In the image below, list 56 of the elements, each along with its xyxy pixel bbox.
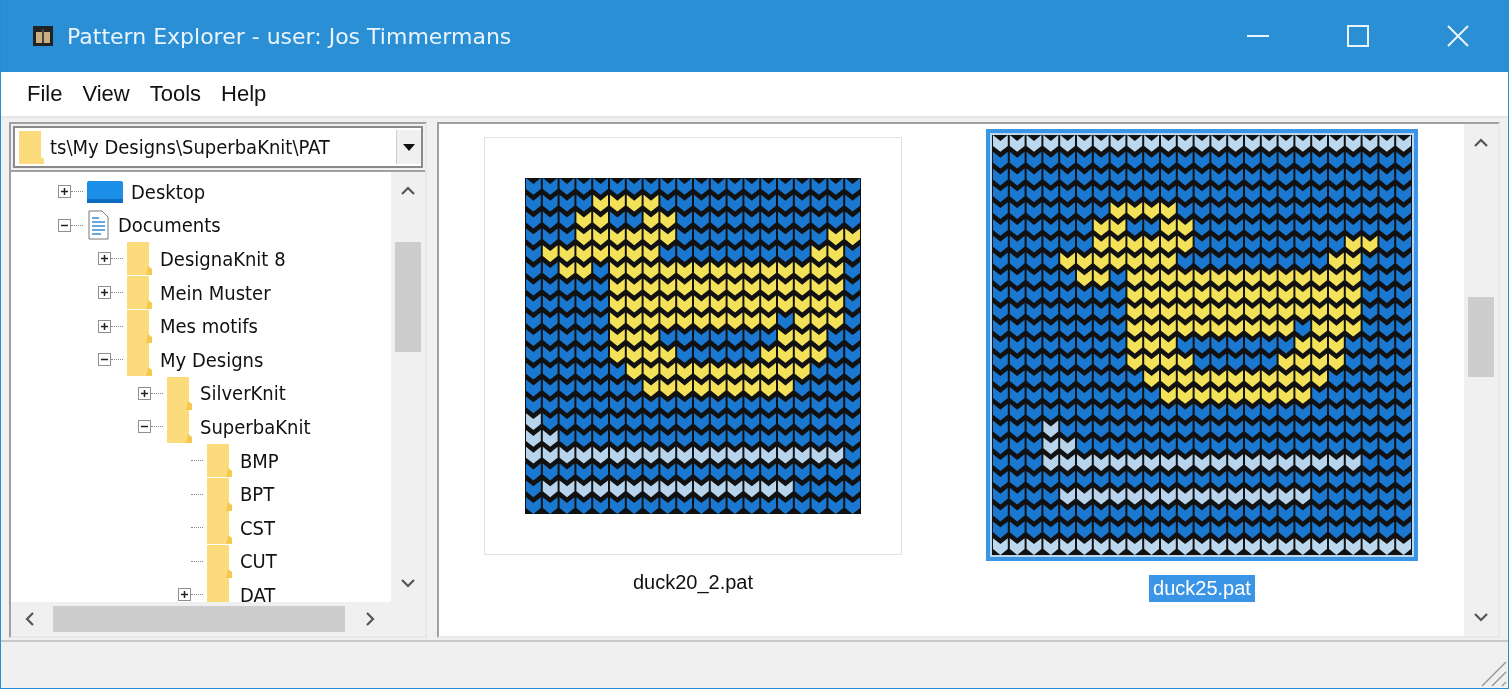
tree-item[interactable]: BMP <box>240 448 279 473</box>
scroll-left-icon[interactable] <box>25 612 35 626</box>
tree-item[interactable]: DAT <box>240 582 276 602</box>
scroll-right-icon[interactable] <box>365 612 375 626</box>
scrollbar-thumb[interactable] <box>395 242 421 352</box>
document-icon <box>87 209 110 241</box>
maximize-icon <box>1347 25 1369 47</box>
tree-item[interactable]: SilverKnit <box>200 381 286 406</box>
menu-item[interactable]: View <box>72 81 140 107</box>
menu-item[interactable]: Tools <box>139 81 212 107</box>
folder-icon <box>127 309 152 343</box>
folder-icon <box>167 410 192 444</box>
window-title: Pattern Explorer - user: Jos Timmermans <box>67 23 513 49</box>
folder-icon <box>167 376 192 410</box>
collapse-icon[interactable] <box>58 218 71 232</box>
collapse-icon[interactable] <box>138 420 151 434</box>
scroll-down-icon[interactable] <box>1474 612 1488 622</box>
scroll-up-icon[interactable] <box>401 186 415 196</box>
expand-icon[interactable] <box>138 386 151 400</box>
dropdown-arrow-icon <box>403 143 415 151</box>
tree-item[interactable]: DesignaKnit 8 <box>160 247 286 271</box>
folder-icon <box>127 276 152 310</box>
expand-icon[interactable] <box>58 185 71 199</box>
scroll-up-icon[interactable] <box>1474 138 1488 148</box>
tree-item[interactable]: Desktop <box>131 179 206 204</box>
file-name[interactable]: duck20_2.pat <box>628 569 758 596</box>
folder-icon <box>207 511 232 545</box>
scrollbar-thumb[interactable] <box>1468 297 1494 377</box>
close-icon <box>1447 25 1469 47</box>
tree-item[interactable]: Documents <box>118 213 221 238</box>
desktop-icon <box>87 178 123 205</box>
folder-icon <box>207 444 232 478</box>
folder-icon <box>127 242 152 276</box>
folder-icon <box>207 544 232 578</box>
tree-item[interactable]: My Designs <box>160 347 264 372</box>
tree-item[interactable]: Mein Muster <box>160 280 271 305</box>
folder-icon <box>19 130 44 164</box>
path-dropdown[interactable]: ts\My Designs\SuperbaKnit\PAT <box>13 126 423 168</box>
expand-icon[interactable] <box>98 319 111 333</box>
tree-item[interactable]: Mes motifs <box>160 314 258 339</box>
tree-item[interactable]: SuperbaKnit <box>200 414 311 439</box>
minimize-icon <box>1247 35 1269 37</box>
folder-icon <box>207 477 232 511</box>
collapse-icon[interactable] <box>98 353 111 367</box>
app-icon <box>33 26 53 46</box>
expand-icon[interactable] <box>98 252 111 266</box>
tree-item[interactable]: CST <box>240 515 275 540</box>
folder-icon <box>127 343 152 377</box>
tree-item[interactable]: BPT <box>240 482 275 507</box>
expand-icon[interactable] <box>178 588 191 602</box>
tree-item[interactable]: CUT <box>240 549 277 574</box>
scroll-down-icon[interactable] <box>401 578 415 588</box>
expand-icon[interactable] <box>98 286 111 300</box>
scrollbar-thumb[interactable] <box>53 606 345 632</box>
menu-item[interactable]: File <box>17 81 73 107</box>
menu-item[interactable]: Help <box>211 81 277 107</box>
